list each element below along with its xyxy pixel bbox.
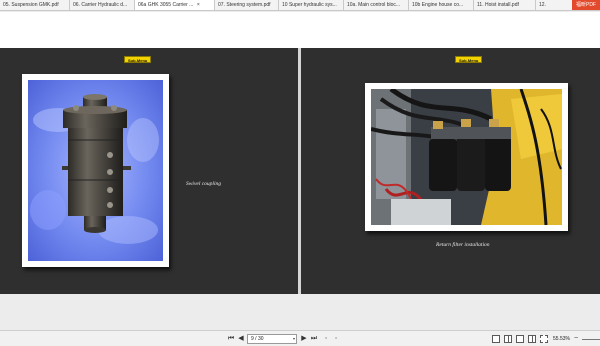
- tab-label: 10a. Main control bloc...: [347, 2, 401, 8]
- return-filter-caption: Return filter installation: [436, 242, 490, 248]
- tab-label: 11. Hoist install.pdf: [477, 2, 519, 8]
- brand-logo[interactable]: 福昕PDF: [572, 0, 600, 10]
- tab-engine-house[interactable]: 10b Engine house co...: [409, 0, 474, 10]
- zoom-slider[interactable]: [582, 339, 600, 340]
- chevron-down-icon[interactable]: ▾: [293, 335, 295, 343]
- status-bar: ⏮ ◀ 9 / 30 ▾ ▶ ⏭ ▫ ▫ 55.53% −: [0, 330, 600, 346]
- zoom-out-icon[interactable]: −: [574, 334, 578, 344]
- single-page-view-icon[interactable]: [492, 335, 500, 343]
- two-page-view-icon[interactable]: [504, 335, 512, 343]
- tab-carrier-hydraulic[interactable]: 06. Carrier Hydraulic d...: [70, 0, 135, 10]
- blank-area: [0, 12, 600, 48]
- previous-page-icon[interactable]: ◀: [236, 334, 246, 344]
- return-filter-photo: [365, 83, 568, 231]
- last-page-icon[interactable]: ⏭: [309, 334, 319, 344]
- tab-label: 07. Steering system.pdf: [218, 2, 271, 8]
- tab-steering-system[interactable]: 07. Steering system.pdf: [215, 0, 279, 10]
- swivel-coupling-photo: [22, 74, 169, 267]
- pdf-page-right: Sub-Menu Return filter installation: [301, 48, 600, 294]
- fit-width-icon[interactable]: [540, 335, 548, 343]
- sub-menu-button[interactable]: Sub-Menu: [124, 56, 152, 63]
- tab-main-control-block[interactable]: 10a. Main control bloc...: [344, 0, 409, 10]
- tab-overflow[interactable]: 12.: [536, 0, 576, 10]
- page-icon[interactable]: ▫: [321, 334, 331, 344]
- document-tab-bar: 05. Suspension GMK.pdf 06. Carrier Hydra…: [0, 0, 600, 11]
- close-icon[interactable]: ×: [195, 0, 201, 10]
- tab-super-hydraulic[interactable]: 10 Super hydraulic sys...: [279, 0, 344, 10]
- sub-menu-button[interactable]: Sub-Menu: [455, 56, 483, 63]
- two-page-continuous-view-icon[interactable]: [528, 335, 536, 343]
- tab-label: 12.: [539, 2, 546, 8]
- zoom-level[interactable]: 55.53%: [553, 334, 570, 344]
- pdf-reader-window: 05. Suspension GMK.pdf 06. Carrier Hydra…: [0, 0, 600, 346]
- continuous-view-icon[interactable]: [516, 335, 524, 343]
- page-indicator: 9 / 30: [251, 336, 264, 342]
- swivel-coupling-caption: Swivel coupling: [186, 181, 221, 187]
- document-viewport[interactable]: Sub-Menu Swivel coupling Sub-Menu Return…: [0, 48, 600, 294]
- next-page-icon[interactable]: ▶: [299, 334, 309, 344]
- pdf-page-left: Sub-Menu Swivel coupling: [0, 48, 298, 294]
- tab-ghk-3055-active[interactable]: 06a GHK 3055 Carrier ... ×: [135, 0, 215, 10]
- tab-label: 05. Suspension GMK.pdf: [3, 2, 59, 8]
- tab-label: 06a GHK 3055 Carrier ...: [138, 2, 194, 8]
- tab-label: 06. Carrier Hydraulic d...: [73, 2, 128, 8]
- tab-label: 10 Super hydraulic sys...: [282, 2, 337, 8]
- tab-hoist-install[interactable]: 11. Hoist install.pdf: [474, 0, 536, 10]
- return-filter-image: [371, 89, 562, 225]
- tab-label: 10b Engine house co...: [412, 2, 464, 8]
- page-number-input[interactable]: 9 / 30 ▾: [247, 334, 297, 344]
- tab-suspension[interactable]: 05. Suspension GMK.pdf: [0, 0, 70, 10]
- page-icon-2[interactable]: ▫: [331, 334, 341, 344]
- first-page-icon[interactable]: ⏮: [226, 334, 236, 344]
- swivel-coupling-image: [28, 80, 163, 261]
